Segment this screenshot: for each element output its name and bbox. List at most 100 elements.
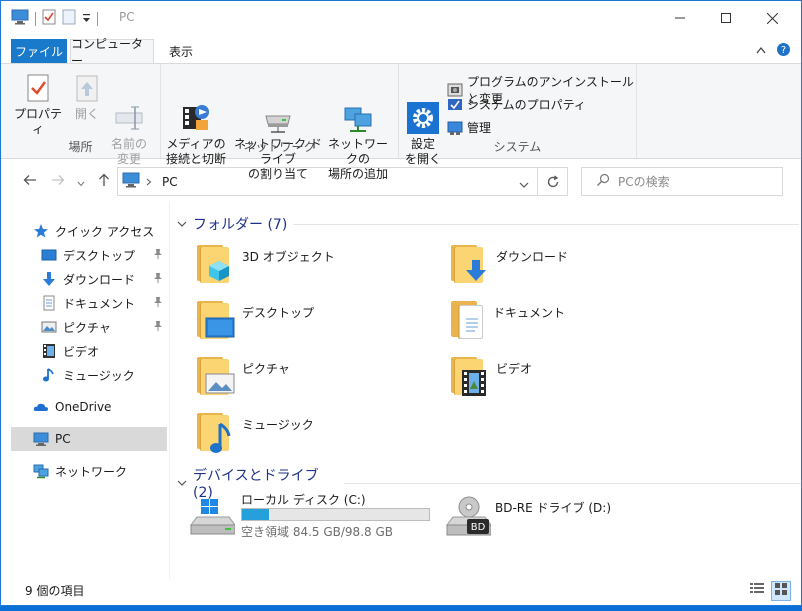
system-properties-icon <box>447 97 463 113</box>
recent-locations-dropdown-icon[interactable] <box>77 175 85 191</box>
folder-pictures[interactable]: ピクチャ <box>177 353 417 403</box>
refresh-button[interactable] <box>538 167 568 196</box>
qat-separator <box>35 11 36 26</box>
folders-section-header[interactable]: フォルダー (7) <box>177 214 800 234</box>
properties-button[interactable]: プロパティ <box>13 72 63 137</box>
tab-computer[interactable]: コンピューター <box>70 37 154 68</box>
up-arrow-icon[interactable] <box>97 173 111 191</box>
pin-icon[interactable] <box>153 272 163 287</box>
navigation-pane: クイック アクセス デスクトップ ダウンロード ドキュメント ピクチャ ビデオ … <box>11 213 169 573</box>
network-icon <box>33 463 49 479</box>
folder-music-icon <box>197 413 231 453</box>
drive-free-space: 空き領域 84.5 GB/98.8 GB <box>241 525 393 539</box>
rename-icon <box>113 87 145 130</box>
system-properties-label: システムのプロパティ <box>467 98 586 112</box>
folder-desktop-icon <box>197 301 235 339</box>
bd-badge: BD <box>471 522 486 533</box>
folders-header-label: フォルダー (7) <box>193 217 288 233</box>
folder-downloads-icon <box>451 245 486 283</box>
navigation-bar: PC PCの検索 <box>1 167 801 197</box>
pin-icon[interactable] <box>153 320 163 335</box>
system-properties-button[interactable]: システムのプロパティ <box>447 96 586 113</box>
pane-divider[interactable] <box>169 201 170 579</box>
group-location-label: 場所 <box>68 140 93 154</box>
search-placeholder: PCの検索 <box>618 175 670 189</box>
nav-item-music[interactable]: ミュージック <box>41 363 167 387</box>
open-button[interactable]: 開く <box>67 72 107 122</box>
forward-arrow-icon[interactable] <box>51 173 65 191</box>
folder-music[interactable]: ミュージック <box>177 409 417 459</box>
nav-item-downloads[interactable]: ダウンロード <box>41 267 167 291</box>
folder-documents[interactable]: ドキュメント <box>431 297 671 347</box>
back-arrow-icon[interactable] <box>23 173 37 191</box>
nav-quick-access[interactable]: クイック アクセス <box>33 219 167 243</box>
bd-drive-icon: BD <box>445 495 492 542</box>
pc-icon <box>33 431 49 447</box>
nav-item-desktop[interactable]: デスクトップ <box>41 243 167 267</box>
folder-documents-icon <box>451 301 485 339</box>
new-folder-qat-icon[interactable] <box>62 9 76 28</box>
details-view-icon[interactable] <box>749 581 765 599</box>
status-item-count: 9 個の項目 <box>25 584 85 598</box>
folder-documents-label: ドキュメント <box>493 306 566 320</box>
nav-item-documents[interactable]: ドキュメント <box>41 291 167 315</box>
help-icon[interactable]: ? <box>776 42 791 60</box>
nav-item-pictures-label: ピクチャ <box>63 320 111 335</box>
section-divider-line <box>293 223 800 225</box>
refresh-icon <box>547 174 558 187</box>
address-dropdown-icon[interactable] <box>519 178 529 192</box>
pin-icon[interactable] <box>153 248 163 263</box>
cloud-icon <box>33 399 49 415</box>
drive-bd-d[interactable]: BD BD-RE ドライブ (D:) <box>441 489 641 539</box>
folder-music-label: ミュージック <box>242 418 314 432</box>
minimize-button[interactable] <box>657 1 703 35</box>
drive-usage-fill <box>242 509 270 520</box>
folder-downloads[interactable]: ダウンロード <box>431 241 671 291</box>
title-bar: PC <box>1 1 801 35</box>
drive-usage-bar <box>241 508 430 521</box>
folder-3d-objects-icon <box>197 245 231 283</box>
nav-item-videos-label: ビデオ <box>63 344 100 359</box>
address-path: PC <box>162 174 178 189</box>
folder-desktop-label: デスクトップ <box>242 306 315 320</box>
tab-file[interactable]: ファイル <box>11 39 67 63</box>
address-chevron-icon[interactable] <box>146 175 152 189</box>
star-icon <box>33 223 49 239</box>
manage-button[interactable]: 管理 <box>447 119 491 136</box>
folder-pictures-label: ピクチャ <box>242 362 290 376</box>
address-bar[interactable]: PC <box>117 167 538 196</box>
drive-local-c-label: ローカル ディスク (C:) <box>241 493 366 507</box>
large-icons-view-icon[interactable] <box>771 581 791 601</box>
map-drive-button[interactable]: ネットワーク ドライブ の割り当て <box>231 72 325 182</box>
add-network-location-button[interactable]: ネットワークの 場所の追加 <box>325 72 391 182</box>
nav-item-videos[interactable]: ビデオ <box>41 339 167 363</box>
folder-desktop[interactable]: デスクトップ <box>177 297 417 347</box>
folder-3d-objects[interactable]: 3D オブジェクト <box>177 241 417 291</box>
search-box[interactable]: PCの検索 <box>581 167 783 196</box>
nav-item-pictures[interactable]: ピクチャ <box>41 315 167 339</box>
collapse-chevron-icon[interactable] <box>177 216 187 232</box>
folder-videos[interactable]: ビデオ <box>431 353 671 403</box>
group-network-label: ネットワーク <box>243 140 316 154</box>
section-divider-line <box>344 482 801 484</box>
nav-item-music-label: ミュージック <box>63 368 135 383</box>
drive-local-c[interactable]: ローカル ディスク (C:) 空き領域 84.5 GB/98.8 GB <box>187 489 437 539</box>
ribbon-collapse-icon[interactable] <box>756 43 766 57</box>
explorer-window: PC ファイル コンピューター 表示 ? プロパティ 開く 名前の 変更 場所 … <box>0 0 802 606</box>
network-location-icon <box>342 87 374 132</box>
nav-quick-access-label: クイック アクセス <box>55 224 155 239</box>
collapse-chevron-icon[interactable] <box>177 475 187 491</box>
ribbon-tabs: ファイル コンピューター 表示 ? <box>1 37 801 68</box>
nav-pc[interactable]: PC <box>11 427 167 451</box>
close-button[interactable] <box>749 1 795 35</box>
properties-qat-icon[interactable] <box>42 9 56 28</box>
nav-onedrive[interactable]: OneDrive <box>33 395 167 419</box>
folder-videos-label: ビデオ <box>496 362 533 376</box>
qat-dropdown-icon[interactable] <box>82 12 91 26</box>
nav-network[interactable]: ネットワーク <box>33 459 167 483</box>
tab-view[interactable]: 表示 <box>159 39 203 63</box>
qat-separator-2 <box>97 11 98 26</box>
nav-network-label: ネットワーク <box>55 464 128 479</box>
maximize-button[interactable] <box>703 1 749 35</box>
pin-icon[interactable] <box>153 296 163 311</box>
